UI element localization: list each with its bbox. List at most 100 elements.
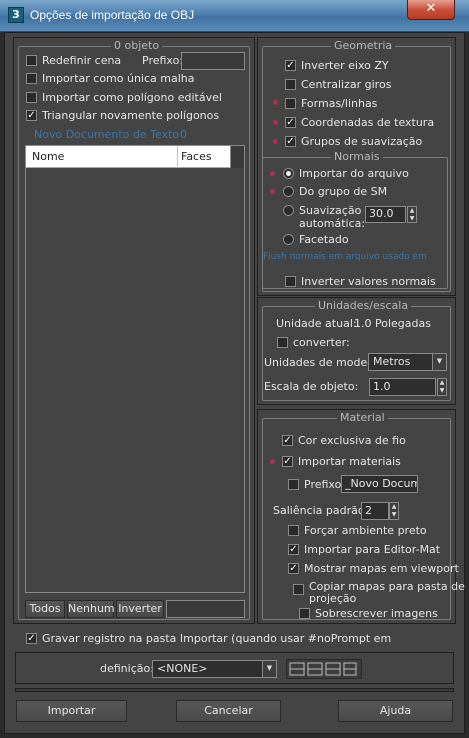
cancel-button[interactable]: Cancelar xyxy=(176,700,281,722)
radio-button[interactable] xyxy=(283,168,294,179)
normals-from-sm-radio[interactable]: Do grupo de SM xyxy=(283,184,433,200)
auto-smooth-angle-input[interactable]: 30.0 xyxy=(365,206,406,223)
overwrite-images-checkbox[interactable]: Sobrescrever imagens xyxy=(299,606,439,622)
checkbox-box[interactable]: ✓ xyxy=(288,563,299,574)
faint-normals-text: Flush normais em arquivo usado em xyxy=(263,252,427,262)
title-bar: 3 Opções de importação de OBJ ✕ xyxy=(0,0,469,32)
current-unit-value: 1.0 Polegadas xyxy=(354,317,431,330)
object-group-title: 0 objeto xyxy=(111,39,163,52)
radio-button[interactable] xyxy=(283,234,294,245)
default-bump-spinner[interactable]: ▲ ▼ xyxy=(389,502,399,520)
help-button[interactable]: Ajuda xyxy=(338,700,453,722)
preset-label: definição: xyxy=(100,662,154,675)
radio-button[interactable] xyxy=(283,205,294,216)
checkbox-box[interactable] xyxy=(26,73,37,84)
current-unit-label: Unidade atual: xyxy=(276,317,357,330)
invert-selection-button[interactable]: Inverter xyxy=(116,600,164,618)
close-button[interactable]: ✕ xyxy=(407,0,455,20)
invert-normals-checkbox[interactable]: Inverter valores normais xyxy=(285,274,445,290)
object-table[interactable]: Nome Faces xyxy=(25,145,245,593)
checkbox-box[interactable] xyxy=(288,479,299,490)
model-units-label: Unidades de modelo: xyxy=(264,356,381,369)
import-single-mesh-checkbox[interactable]: Importar como única malha xyxy=(26,71,226,87)
default-bump-label: Saliência padrão: xyxy=(273,504,369,517)
object-scale-spinner[interactable]: ▲ ▼ xyxy=(437,378,447,396)
flip-zy-checkbox[interactable]: ✓ Inverter eixo ZY xyxy=(285,58,435,74)
center-pivots-checkbox[interactable]: Centralizar giros xyxy=(285,77,435,93)
geometry-group-title: Geometria xyxy=(331,39,396,52)
show-maps-viewport-checkbox[interactable]: ✓ Mostrar mapas em viewport xyxy=(288,561,459,577)
radio-button[interactable] xyxy=(283,186,294,197)
checkbox-box[interactable]: ✓ xyxy=(26,633,37,644)
object-scale-label: Escala de objeto: xyxy=(264,380,359,393)
checkbox-box[interactable] xyxy=(26,92,37,103)
modified-dot-icon xyxy=(270,189,275,194)
preset-dropdown[interactable]: <NONE> ▼ xyxy=(152,660,277,678)
material-prefix-input[interactable]: _Novo Documen xyxy=(341,475,418,493)
copy-maps-checkbox[interactable]: Copiar mapas para pasta de projeção xyxy=(293,580,465,606)
checkbox-box[interactable] xyxy=(288,525,299,536)
checkbox-box[interactable] xyxy=(293,584,304,595)
checkbox-box[interactable]: ✓ xyxy=(285,60,296,71)
material-group-title: Material xyxy=(337,411,388,424)
normals-group-title: Normais xyxy=(331,150,383,163)
faceted-radio[interactable]: Facetado xyxy=(283,232,383,248)
column-faces[interactable]: Faces xyxy=(181,150,212,163)
table-scrollbar[interactable] xyxy=(230,146,244,168)
modified-dot-icon xyxy=(273,100,278,105)
texture-coords-checkbox[interactable]: ✓ Coordenadas de textura xyxy=(285,115,445,131)
import-to-editor-checkbox[interactable]: ✓ Importar para Editor-Mat xyxy=(288,542,448,558)
progress-strip xyxy=(15,688,454,692)
window-title: Opções de importação de OBJ xyxy=(30,8,195,22)
checkbox-box[interactable]: ✓ xyxy=(26,110,37,121)
checkbox-box[interactable]: ✓ xyxy=(282,435,293,446)
column-name[interactable]: Nome xyxy=(32,150,64,163)
prefix-label: Prefixo: xyxy=(142,54,184,67)
modified-dot-icon xyxy=(273,120,278,125)
auto-smooth-radio[interactable]: Suavização automática: xyxy=(283,203,365,233)
model-units-dropdown[interactable]: Metros ▼ xyxy=(368,353,447,371)
table-header: Nome Faces xyxy=(26,146,230,168)
app-icon: 3 xyxy=(8,7,24,23)
select-all-button[interactable]: Todos xyxy=(25,600,65,618)
preset-grid-icon xyxy=(289,662,357,676)
checkbox-box[interactable]: ✓ xyxy=(285,136,296,147)
import-editable-poly-checkbox[interactable]: Importar como polígono editável xyxy=(26,90,241,106)
prefix-input[interactable] xyxy=(181,52,245,70)
chevron-down-icon[interactable]: ▼ xyxy=(262,661,276,677)
checkbox-box[interactable] xyxy=(285,79,296,90)
checkbox-box[interactable] xyxy=(285,276,296,287)
unique-wire-color-checkbox[interactable]: ✓ Cor exclusiva de fio xyxy=(282,433,442,449)
checkbox-box[interactable] xyxy=(26,55,37,66)
material-prefix-checkbox[interactable]: Prefixo xyxy=(288,477,343,493)
checkbox-box[interactable] xyxy=(285,98,296,109)
checkbox-box[interactable]: ✓ xyxy=(282,456,293,467)
retriangulate-checkbox[interactable]: ✓ Triangular novamente polígonos xyxy=(26,108,241,124)
chevron-down-icon[interactable]: ▼ xyxy=(432,354,446,370)
select-none-button[interactable]: Nenhum xyxy=(67,600,115,618)
auto-smooth-spinner[interactable]: ▲ ▼ xyxy=(407,206,417,223)
write-log-checkbox[interactable]: ✓ Gravar registro na pasta Importar (qua… xyxy=(26,631,456,647)
smooth-groups-checkbox[interactable]: ✓ Grupos de suavização xyxy=(285,134,445,150)
checkbox-box[interactable]: ✓ xyxy=(288,544,299,555)
filter-input[interactable] xyxy=(166,600,245,618)
modified-dot-icon xyxy=(270,171,275,176)
column-divider xyxy=(177,146,178,168)
checkbox-box[interactable] xyxy=(299,608,310,619)
convert-checkbox[interactable]: converter: xyxy=(277,335,377,351)
preset-save-strip-icon[interactable] xyxy=(286,659,362,679)
default-bump-input[interactable]: 2 xyxy=(361,502,389,520)
normals-from-file-radio[interactable]: Importar do arquivo xyxy=(283,166,433,182)
object-scale-input[interactable]: 1.0 xyxy=(369,378,436,396)
import-button[interactable]: Importar xyxy=(16,700,127,722)
modified-dot-icon xyxy=(273,139,278,144)
units-group-title: Unidades/escala xyxy=(315,299,412,312)
reset-scene-checkbox[interactable]: Redefinir cena xyxy=(26,53,136,69)
checkbox-box[interactable] xyxy=(277,337,288,348)
shapes-lines-checkbox[interactable]: Formas/linhas xyxy=(285,96,435,112)
faint-filename: Novo Documento de Texto xyxy=(34,128,180,141)
checkbox-box[interactable]: ✓ xyxy=(285,117,296,128)
force-black-ambient-checkbox[interactable]: Forçar ambiente preto xyxy=(288,523,448,539)
import-materials-checkbox[interactable]: ✓ Importar materiais xyxy=(282,454,442,470)
faint-count: 0 xyxy=(180,128,187,141)
